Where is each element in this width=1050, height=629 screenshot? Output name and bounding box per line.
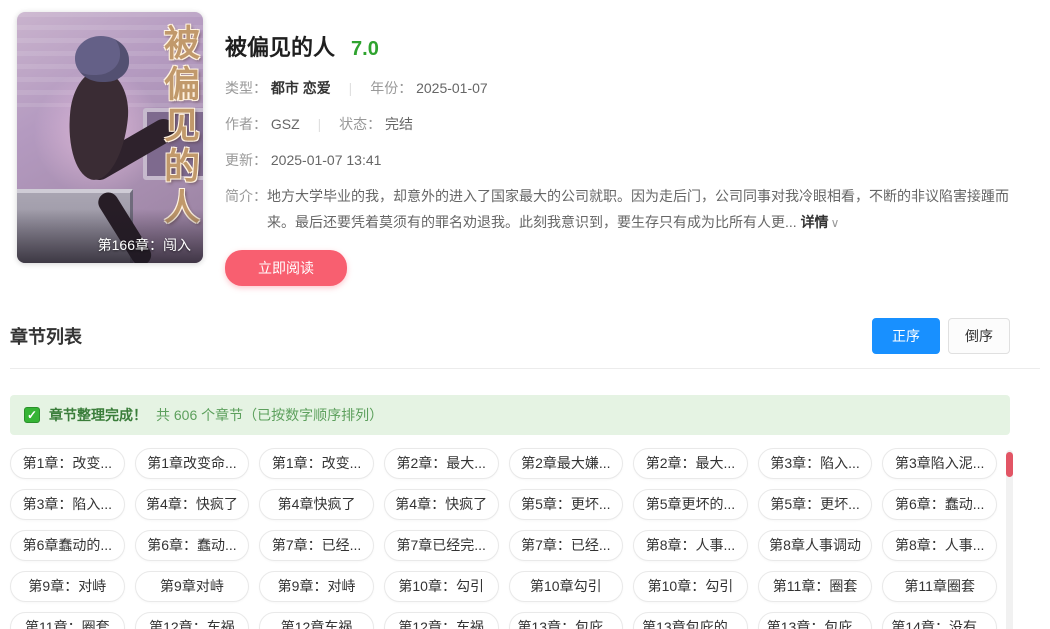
chapter-button[interactable]: 第4章：快疯了 [384,489,499,520]
chapter-grid: 第1章：改变... 第1章改变命... 第1章：改变... 第2章：最大... 第2章最… [10,448,1013,629]
update-label: 更新： [225,152,267,168]
chapter-button[interactable]: 第6章：蠢动... [882,489,997,520]
chapter-button[interactable]: 第3章陷入泥... [882,448,997,479]
chapter-button[interactable]: 第7章已经完... [384,530,499,561]
chapter-button[interactable]: 第8章：人事... [633,530,748,561]
comic-cover[interactable]: 被偏见的人 第166章：闯入 [17,12,203,263]
chapter-button[interactable]: 第11章：圈套 [10,612,125,629]
chapter-button[interactable]: 第7章：已经... [509,530,624,561]
intro-text-body: 地方大学毕业的我，却意外的进入了国家最大的公司就职。因为走后门，公司同事对我冷眼… [267,188,1009,230]
year-label: 年份： [370,80,412,96]
chapter-button[interactable]: 第10章：勾引 [633,571,748,602]
chapter-button[interactable]: 第14章：没有... [882,612,997,629]
notice-bold-text: 章节整理完成！ [49,405,147,425]
cover-art-figure-hair [75,36,129,82]
chapter-button[interactable]: 第3章：陷入... [758,448,873,479]
rating-score: 7.0 [351,38,379,61]
chapter-sort-notice: ✓ 章节整理完成！ 共 606 个章节（已按数字顺序排列） [10,395,1010,435]
chapter-button[interactable]: 第9章：对峙 [259,571,374,602]
page-title: 被偏见的人 [225,30,335,62]
chapter-button[interactable]: 第12章：车祸 [135,612,250,629]
check-icon: ✓ [24,407,40,423]
chapter-button[interactable]: 第5章：更坏... [509,489,624,520]
sort-button-group: 正序 倒序 [872,318,1010,354]
cover-latest-chapter-badge: 第166章：闯入 [17,209,203,263]
meta-divider: | [349,80,353,96]
chapter-scrollbar-thumb[interactable] [1006,452,1013,477]
chapter-button[interactable]: 第4章快疯了 [259,489,374,520]
type-value: 都市 恋爱 [271,80,331,96]
type-label: 类型： [225,80,267,96]
chapter-button[interactable]: 第13章：包庇... [509,612,624,629]
chapter-button[interactable]: 第8章人事调动 [758,530,873,561]
chapter-button[interactable]: 第13章包庇的... [633,612,748,629]
detail-link-label: 详情 [801,214,829,230]
status-label: 状态： [339,116,381,132]
chapter-button[interactable]: 第6章蠢动的... [10,530,125,561]
author-label: 作者： [225,116,267,132]
comic-info-panel: 被偏见的人 7.0 类型： 都市 恋爱 | 年份： 2025-01-07 作者：… [225,12,1010,286]
chapter-list-title: 章节列表 [10,323,82,349]
meta-divider: | [318,116,322,132]
read-now-button[interactable]: 立即阅读 [225,250,347,286]
chapter-button[interactable]: 第12章：车祸 [384,612,499,629]
chapter-button[interactable]: 第9章：对峙 [10,571,125,602]
meta-row-type-year: 类型： 都市 恋爱 | 年份： 2025-01-07 [225,78,1010,98]
chapter-button[interactable]: 第12章车祸 [259,612,374,629]
status-value: 完结 [385,116,413,132]
sort-ascending-button[interactable]: 正序 [872,318,940,354]
chapter-button[interactable]: 第1章：改变... [10,448,125,479]
chevron-down-icon: ∨ [831,216,840,230]
chapter-section-header: 章节列表 正序 倒序 [0,318,1050,354]
title-row: 被偏见的人 7.0 [225,30,1010,62]
author-value: GSZ [271,116,300,132]
intro-text: 地方大学毕业的我，却意外的进入了国家最大的公司就职。因为走后门，公司同事对我冷眼… [267,184,1010,236]
chapter-button[interactable]: 第2章：最大... [384,448,499,479]
chapter-button[interactable]: 第6章：蠢动... [135,530,250,561]
chapter-button[interactable]: 第8章：人事... [882,530,997,561]
chapter-button[interactable]: 第2章最大嫌... [509,448,624,479]
chapter-button[interactable]: 第11章圈套 [882,571,997,602]
chapter-list-container: 第1章：改变... 第1章改变命... 第1章：改变... 第2章：最大... 第2章最… [10,448,1013,629]
chapter-button[interactable]: 第5章：更坏... [758,489,873,520]
meta-row-update: 更新： 2025-01-07 13:41 [225,150,1010,170]
intro-label: 简介： [225,184,267,236]
cover-vertical-title: 被偏见的人 [161,24,197,229]
chapter-button[interactable]: 第1章：改变... [259,448,374,479]
detail-expand-link[interactable]: 详情∨ [801,214,840,230]
chapter-scrollbar-track[interactable] [1006,450,1013,629]
year-value: 2025-01-07 [416,80,488,96]
intro-row: 简介： 地方大学毕业的我，却意外的进入了国家最大的公司就职。因为走后门，公司同事… [225,184,1010,236]
update-value: 2025-01-07 13:41 [271,152,382,168]
chapter-button[interactable]: 第2章：最大... [633,448,748,479]
meta-row-author-status: 作者： GSZ | 状态： 完结 [225,114,1010,134]
chapter-button[interactable]: 第13章：包庇... [758,612,873,629]
chapter-button[interactable]: 第10章勾引 [509,571,624,602]
chapter-button[interactable]: 第1章改变命... [135,448,250,479]
chapter-button[interactable]: 第11章：圈套 [758,571,873,602]
notice-detail-text: 共 606 个章节（已按数字顺序排列） [156,405,383,425]
chapter-button[interactable]: 第9章对峙 [135,571,250,602]
comic-detail-section: 被偏见的人 第166章：闯入 被偏见的人 7.0 类型： 都市 恋爱 | 年份：… [0,0,1050,286]
section-divider [10,368,1040,369]
sort-descending-button[interactable]: 倒序 [948,318,1010,354]
chapter-button[interactable]: 第5章更坏的... [633,489,748,520]
chapter-button[interactable]: 第4章：快疯了 [135,489,250,520]
chapter-button[interactable]: 第7章：已经... [259,530,374,561]
chapter-button[interactable]: 第10章：勾引 [384,571,499,602]
chapter-button[interactable]: 第3章：陷入... [10,489,125,520]
